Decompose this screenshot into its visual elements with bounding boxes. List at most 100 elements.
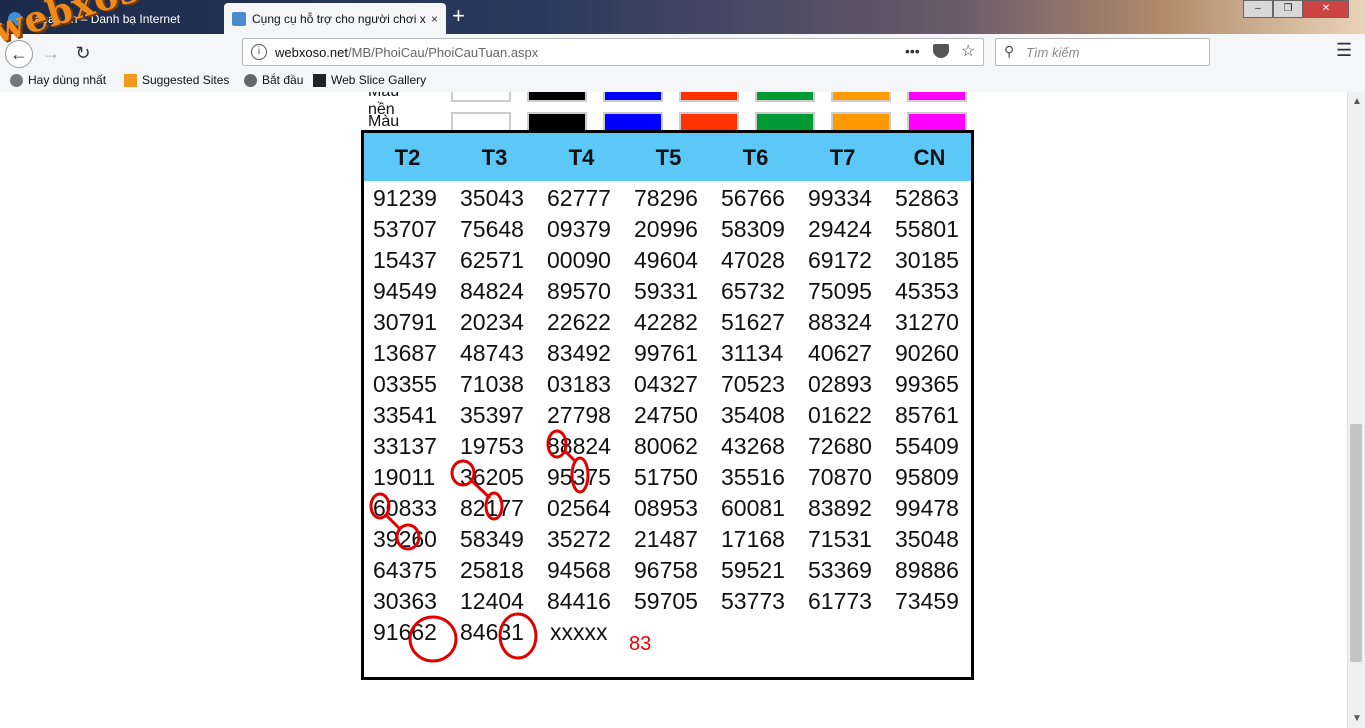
table-cell: 39260 [373, 526, 437, 552]
bookmark-label: Hay dùng nhất [28, 73, 107, 87]
table-cell: 30791 [373, 309, 437, 335]
color-swatch[interactable] [831, 112, 891, 132]
table-cell: 62777 [547, 185, 611, 211]
color-swatch[interactable] [679, 112, 739, 132]
table-cell: xxxxx [550, 619, 608, 645]
table-cell: 82177 [460, 495, 524, 521]
table-cell: 89570 [547, 278, 611, 304]
table-cell: 84416 [547, 588, 611, 614]
suggested-sites-icon [124, 73, 137, 87]
color-swatch[interactable] [755, 112, 815, 132]
new-tab-button[interactable]: + [452, 4, 465, 28]
vertical-scrollbar[interactable]: ▲ ▼ [1347, 92, 1365, 728]
table-cell: 35516 [721, 464, 785, 490]
table-cell: 25818 [460, 557, 524, 583]
color-swatch[interactable] [603, 112, 663, 132]
tab-phoicau[interactable]: Cụng cụ hỗ trợ cho người chơi x × [224, 3, 446, 34]
table-cell: 49604 [634, 247, 698, 273]
table-cell: 13687 [373, 340, 437, 366]
table-cell: 27798 [547, 402, 611, 428]
table-cell: 03355 [373, 371, 437, 397]
table-header: T2 T3 T4 T5 T6 T7 CN [364, 133, 971, 181]
table-cell: 47028 [721, 247, 785, 273]
table-cell: 60833 [373, 495, 437, 521]
table-cell: 61773 [808, 588, 872, 614]
table-cell: 08953 [634, 495, 698, 521]
close-window-button[interactable]: ✕ [1303, 0, 1349, 18]
table-cell: 30185 [895, 247, 959, 273]
table-cell: 53369 [808, 557, 872, 583]
table-cell: 35408 [721, 402, 785, 428]
pocket-icon[interactable] [933, 44, 949, 58]
column-header: CN [913, 145, 946, 170]
forward-button[interactable]: → [38, 40, 64, 66]
table-cell: 33541 [373, 402, 437, 428]
table-cell: 99761 [634, 340, 698, 366]
color-swatch[interactable] [527, 112, 587, 132]
info-icon[interactable]: i [251, 44, 267, 60]
table-cell: 30363 [373, 588, 437, 614]
page-actions-icon[interactable]: ••• [905, 43, 920, 59]
color-swatch[interactable] [527, 92, 587, 102]
table-cell: 59705 [634, 588, 698, 614]
color-swatch[interactable] [907, 112, 967, 132]
table-cell: 48743 [460, 340, 524, 366]
table-cell: 95375 [547, 464, 611, 490]
table-cell: 53707 [373, 216, 437, 242]
site-icon [232, 11, 246, 26]
minimize-button[interactable]: – [1243, 0, 1273, 18]
nav-bar: ← → ↻ i webxoso.net/MB/PhoiCau/PhoiCauTu… [0, 34, 1365, 70]
table-cell: 35048 [895, 526, 959, 552]
address-bar[interactable]: i webxoso.net/MB/PhoiCau/PhoiCauTuan.asp… [242, 38, 984, 66]
table-cell: 83492 [547, 340, 611, 366]
table-cell: 88824 [547, 433, 611, 459]
color-swatch[interactable] [451, 112, 511, 132]
table-cell: 88324 [808, 309, 872, 335]
bookmark-label: Suggested Sites [142, 73, 230, 87]
close-tab-icon[interactable]: × [431, 12, 438, 26]
bookmark-get-started[interactable]: Bắt đầu [244, 73, 303, 87]
table-cell: 02893 [808, 371, 872, 397]
table-cell: 84824 [460, 278, 524, 304]
color-swatch[interactable] [679, 92, 739, 102]
table-cell: 02564 [547, 495, 611, 521]
color-swatch[interactable] [755, 92, 815, 102]
bookmark-web-slice-gallery[interactable]: Web Slice Gallery [313, 73, 426, 87]
color-swatch[interactable] [451, 92, 511, 102]
window-controls: – ❐ ✕ [1243, 0, 1349, 18]
bookmark-most-visited[interactable]: Hay dùng nhất [10, 73, 106, 87]
scroll-down-icon[interactable]: ▼ [1352, 713, 1362, 724]
column-header: T5 [655, 145, 682, 170]
hamburger-menu-icon[interactable]: ☰ [1336, 40, 1352, 61]
table-cell: 52863 [895, 185, 959, 211]
color-swatch[interactable] [907, 92, 967, 102]
bookmark-suggested-sites[interactable]: Suggested Sites [124, 73, 229, 87]
table-cell: 71038 [460, 371, 524, 397]
column-header: T7 [829, 145, 856, 170]
color-swatch[interactable] [603, 92, 663, 102]
back-button[interactable]: ← [5, 40, 33, 68]
url-path: /MB/PhoiCau/PhoiCauTuan.aspx [348, 45, 539, 60]
reload-button[interactable]: ↻ [70, 40, 96, 66]
table-cell: 29424 [808, 216, 872, 242]
url-host: webxoso.net [275, 45, 348, 60]
table-cell: 35043 [460, 185, 524, 211]
table-cell: 55801 [895, 216, 959, 242]
search-box[interactable]: ⚲ Tìm kiếm [995, 38, 1210, 66]
laban-icon [8, 11, 22, 26]
color-swatch[interactable] [831, 92, 891, 102]
url-text: webxoso.net/MB/PhoiCau/PhoiCauTuan.aspx [275, 45, 538, 60]
scroll-up-icon[interactable]: ▲ [1352, 96, 1362, 107]
table-cell: 84631 [460, 619, 524, 645]
bookmark-star-icon[interactable]: ☆ [961, 41, 975, 61]
table-cell: 58309 [721, 216, 785, 242]
maximize-button[interactable]: ❐ [1273, 0, 1303, 18]
scrollbar-thumb[interactable] [1350, 424, 1362, 662]
table-cell: 58349 [460, 526, 524, 552]
table-cell: 65732 [721, 278, 785, 304]
tab-laban[interactable]: Laban.vn – Danh bạ Internet [0, 3, 222, 34]
table-cell: 72680 [808, 433, 872, 459]
table-cell: 17168 [721, 526, 785, 552]
table-cell: 75095 [808, 278, 872, 304]
table-cell: 20996 [634, 216, 698, 242]
